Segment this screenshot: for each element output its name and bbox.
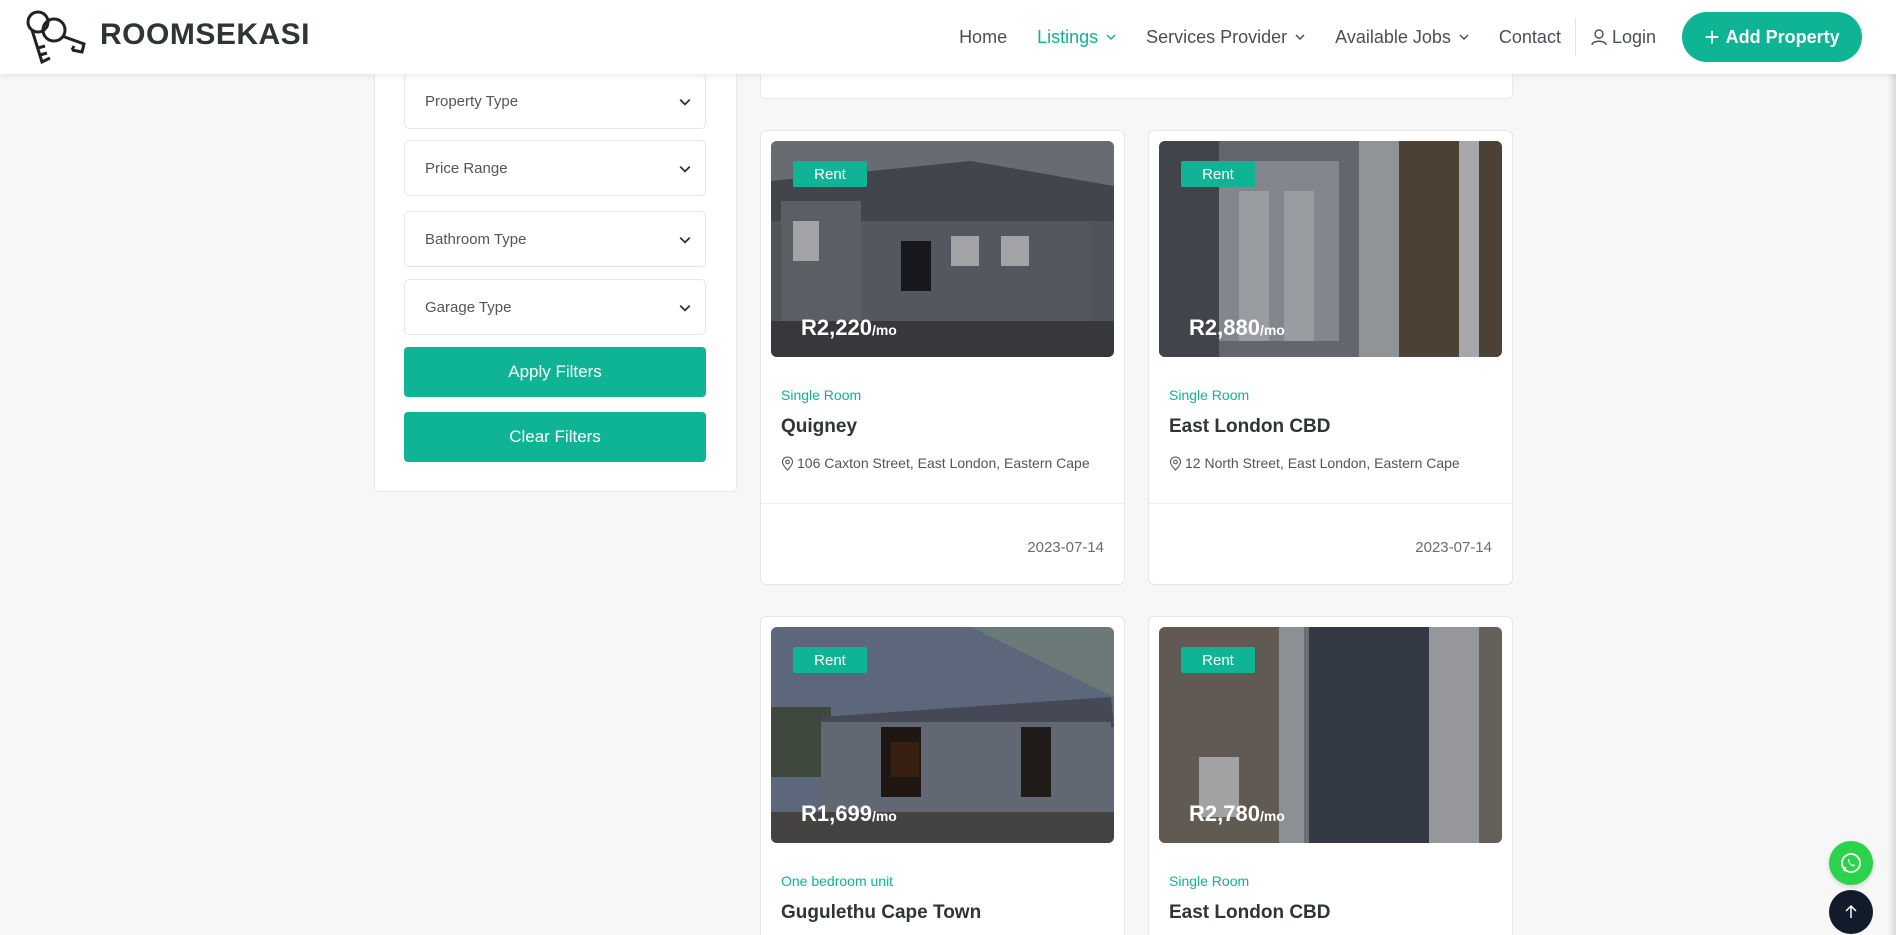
listing-address: 106 Caxton Street, East London, Eastern … <box>781 455 1090 471</box>
map-pin-icon <box>1169 455 1182 471</box>
listing-price: R1,699/mo <box>801 801 897 827</box>
chevron-down-icon <box>1106 34 1116 41</box>
whatsapp-icon <box>1841 853 1861 873</box>
apply-filters-button[interactable]: Apply Filters <box>404 347 706 397</box>
chevron-down-icon <box>679 304 691 312</box>
listing-image[interactable]: Rent R2,780/mo <box>1159 627 1502 843</box>
nav-contact[interactable]: Contact <box>1499 27 1561 48</box>
price-amount: R2,880 <box>1189 315 1260 340</box>
filter-sidebar: Property Type Price Range Bathroom Type … <box>374 60 737 492</box>
listing-title[interactable]: East London CBD <box>1169 416 1331 438</box>
listing-title[interactable]: Gugulethu Cape Town <box>781 902 981 924</box>
clear-filters-label: Clear Filters <box>509 427 601 446</box>
login-link[interactable]: Login <box>1590 27 1656 48</box>
plus-icon: + <box>1704 22 1720 52</box>
listing-badge: Rent <box>1181 161 1255 187</box>
property-type-value: Property Type <box>425 92 519 110</box>
nav-jobs-label: Available Jobs <box>1335 26 1451 47</box>
nav-home-label: Home <box>959 26 1008 47</box>
listing-price: R2,220/mo <box>801 315 897 341</box>
garage-type-value: Garage Type <box>425 298 512 316</box>
chevron-down-icon <box>679 165 691 173</box>
price-range-value: Price Range <box>425 159 508 177</box>
brand-name: ROOMSEKASI <box>100 18 311 51</box>
garage-type-select[interactable]: Garage Type <box>404 279 706 335</box>
listing-type: Single Room <box>1169 387 1250 403</box>
listing-type: One bedroom unit <box>781 873 894 889</box>
keys-logo-icon <box>26 10 86 65</box>
listing-type: Single Room <box>1169 873 1250 889</box>
bathroom-type-value: Bathroom Type <box>425 230 527 248</box>
chevron-down-icon <box>1295 34 1305 41</box>
nav-listings-label: Listings <box>1037 26 1099 47</box>
price-range-select[interactable]: Price Range <box>404 140 706 196</box>
price-unit: /mo <box>871 808 897 824</box>
listing-price: R2,780/mo <box>1189 801 1285 827</box>
back-to-top-button[interactable] <box>1829 890 1873 934</box>
card-divider <box>761 503 1124 504</box>
listing-image[interactable]: Rent R2,220/mo <box>771 141 1114 357</box>
edge-shadow <box>1888 74 1896 935</box>
listing-card[interactable]: Rent R2,220/mo Single Room Quigney 106 C… <box>760 130 1125 585</box>
listing-badge: Rent <box>793 647 867 673</box>
add-property-label: Add Property <box>1725 26 1840 47</box>
listing-date: 2023-07-14 <box>1027 539 1104 556</box>
user-icon <box>1591 29 1607 46</box>
property-type-select[interactable]: Property Type <box>404 73 706 129</box>
site-header: ROOMSEKASI Home Listings Services Provid… <box>0 0 1896 74</box>
nav-listings[interactable]: Listings <box>1037 27 1116 48</box>
map-pin-icon <box>781 455 794 471</box>
bathroom-type-select[interactable]: Bathroom Type <box>404 211 706 267</box>
price-amount: R1,699 <box>801 801 872 826</box>
price-amount: R2,780 <box>1189 801 1260 826</box>
listing-title[interactable]: East London CBD <box>1169 902 1331 924</box>
listing-card[interactable]: Rent R2,780/mo Single Room East London C… <box>1148 616 1513 935</box>
nav-services-label: Services Provider <box>1146 26 1288 47</box>
nav-divider <box>1574 18 1576 56</box>
price-unit: /mo <box>871 322 897 338</box>
listing-title[interactable]: Quigney <box>781 416 857 438</box>
nav-home[interactable]: Home <box>959 27 1007 48</box>
listing-card[interactable]: Rent R2,880/mo Single Room East London C… <box>1148 130 1513 585</box>
listing-price: R2,880/mo <box>1189 315 1285 341</box>
listing-card[interactable]: Rent R1,699/mo One bedroom unit Guguleth… <box>760 616 1125 935</box>
main-nav: Home Listings Services Provider Availabl… <box>929 0 1862 74</box>
nav-contact-label: Contact <box>1498 26 1561 47</box>
arrow-up-icon <box>1845 904 1857 918</box>
listing-address: 12 North Street, East London, Eastern Ca… <box>1169 455 1460 471</box>
price-unit: /mo <box>1259 808 1285 824</box>
apply-filters-label: Apply Filters <box>508 362 602 381</box>
listing-badge: Rent <box>1181 647 1255 673</box>
listing-image[interactable]: Rent R2,880/mo <box>1159 141 1502 357</box>
listing-date: 2023-07-14 <box>1415 539 1492 556</box>
listing-type: Single Room <box>781 387 862 403</box>
chevron-down-icon <box>679 236 691 244</box>
price-unit: /mo <box>1259 322 1285 338</box>
clear-filters-button[interactable]: Clear Filters <box>404 412 706 462</box>
listing-badge: Rent <box>793 161 867 187</box>
chevron-down-icon <box>1459 34 1469 41</box>
price-amount: R2,220 <box>801 315 872 340</box>
login-label: Login <box>1611 26 1656 47</box>
nav-available-jobs[interactable]: Available Jobs <box>1335 27 1469 48</box>
brand-logo[interactable]: ROOMSEKASI <box>20 8 310 70</box>
chevron-down-icon <box>679 98 691 106</box>
nav-services-provider[interactable]: Services Provider <box>1146 27 1305 48</box>
add-property-button[interactable]: + Add Property <box>1682 12 1862 62</box>
listing-address-text: 12 North Street, East London, Eastern Ca… <box>1185 455 1460 471</box>
whatsapp-button[interactable] <box>1829 841 1873 885</box>
listing-image[interactable]: Rent R1,699/mo <box>771 627 1114 843</box>
listing-address-text: 106 Caxton Street, East London, Eastern … <box>797 455 1090 471</box>
card-divider <box>1149 503 1512 504</box>
